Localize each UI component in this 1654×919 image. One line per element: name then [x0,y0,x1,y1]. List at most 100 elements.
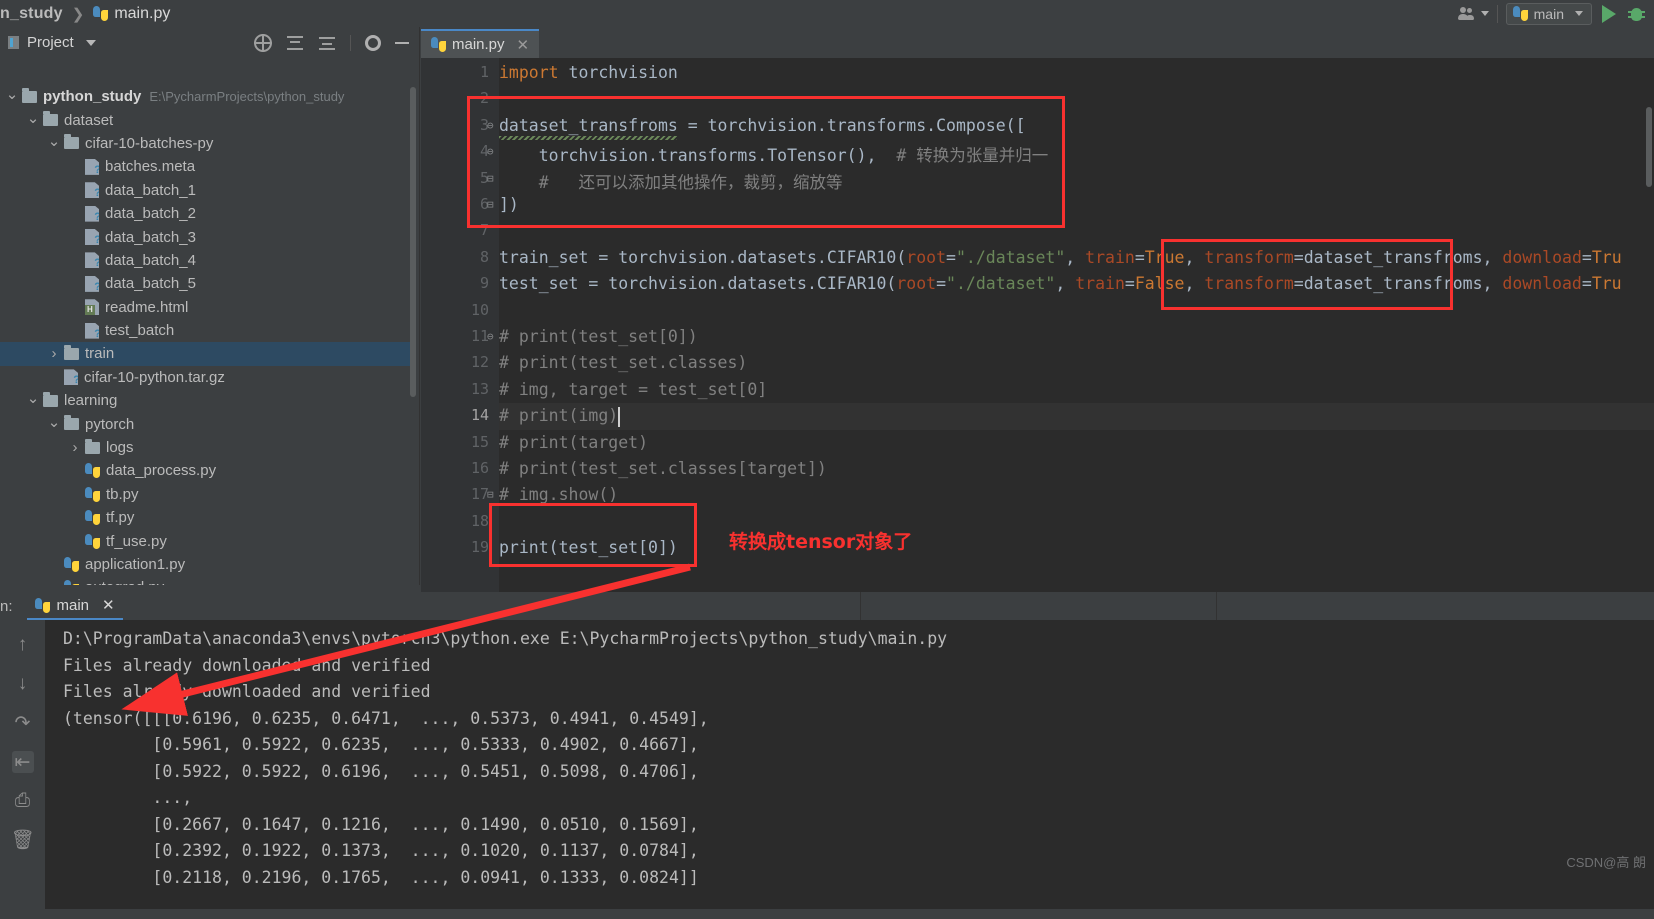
line-number: 19 [470,538,489,557]
toolbar-right-group: main [1457,0,1654,27]
tree-item-label: data_batch_1 [105,181,196,199]
code-line-11[interactable]: # print(test_set[0]) [499,327,698,346]
line-number: 10 [470,300,489,319]
tree-item-learning[interactable]: ⌄ learning [0,389,410,412]
tree-item-tf-py[interactable]: tf.py [0,506,410,529]
debug-button[interactable] [1628,5,1645,22]
tree-item-path: E:\PycharmProjects\python_study [149,89,345,105]
tree-item-cifar-10-batches-py[interactable]: ⌄ cifar-10-batches-py [0,132,410,155]
watermark: CSDN@高 朗 [1566,855,1646,870]
tree-item-python-study[interactable]: ⌄ python_study E:\PycharmProjects\python_s… [0,85,410,108]
project-file-tree[interactable]: ⌄ python_study E:\PycharmProjects\python_s… [0,85,410,600]
print-icon[interactable]: ⎙ [12,790,34,812]
breadcrumb-file[interactable]: main.py [114,5,170,23]
code-line-5[interactable]: # 还可以添加其他操作，裁剪，缩放等 [499,169,843,193]
console-output[interactable]: D:\ProgramData\anaconda3\envs\pytorch3\p… [45,620,1654,919]
tree-item-logs[interactable]: › logs [0,436,410,459]
project-scrollbar[interactable] [410,87,416,397]
chevron-down-icon[interactable] [85,39,96,46]
tree-item-data-batch-5[interactable]: ? data_batch_5 [0,272,410,295]
clear-all-icon[interactable]: 🗑 [10,829,34,851]
code-fold-marker[interactable]: ⊖ [487,119,494,132]
run-configuration-selector[interactable]: main [1505,2,1592,25]
locate-icon[interactable] [254,33,272,52]
code-line-12[interactable]: # print(test_set.classes) [499,353,747,372]
chevron-down-icon[interactable]: ⌄ [48,414,61,431]
tree-item-application1-py[interactable]: application1.py [0,553,410,576]
chevron-right-icon[interactable]: › [69,439,81,456]
code-line-16[interactable]: # print(test_set.classes[target]) [499,459,827,478]
settings-gear-icon[interactable] [365,34,381,51]
console-line-4: [0.5961, 0.5922, 0.6235, ..., 0.5333, 0.… [63,735,699,754]
chevron-down-icon[interactable]: ⌄ [6,86,19,103]
scroll-up-icon[interactable]: ↑ [12,634,34,656]
code-line-13[interactable]: # img, target = test_set[0] [499,380,767,399]
run-button[interactable] [1602,4,1616,23]
chevron-down-icon [1480,11,1489,16]
tree-item-label: data_process.py [106,462,217,480]
tree-item-batches-meta[interactable]: ? batches.meta [0,155,410,178]
code-fold-marker[interactable]: ⊟ [487,172,494,185]
users-icon [1457,6,1476,21]
chevron-right-icon[interactable]: › [48,345,60,362]
scroll-down-icon[interactable]: ↓ [12,673,34,695]
close-icon[interactable]: ✕ [102,596,115,614]
chevron-down-icon[interactable]: ⌄ [27,390,40,407]
tree-item-train[interactable]: › train [0,342,410,366]
question-badge: ? [94,234,101,247]
line-number: 18 [470,511,489,530]
code-fold-marker[interactable]: ⊟ [487,488,494,501]
code-content[interactable]: import torchvision dataset_transfroms = t… [499,58,1654,592]
tree-item-data-process-py[interactable]: data_process.py [0,459,410,482]
tree-item-readme-html[interactable]: Hreadme.html [0,296,410,319]
chevron-down-icon[interactable]: ⌄ [48,133,61,150]
tree-item-tb-py[interactable]: tb.py [0,483,410,506]
tree-item-cifar-10-python-tar-gz[interactable]: ? cifar-10-python.tar.gz [0,366,410,389]
text-caret [618,407,621,428]
tree-item-data-batch-4[interactable]: ? data_batch_4 [0,249,410,272]
tree-item-data-batch-1[interactable]: ? data_batch_1 [0,179,410,202]
code-line-3[interactable]: dataset_transfroms = torchvision.transfo… [499,116,1026,135]
code-line-6[interactable]: ]) [499,195,519,214]
editor-tab-main-py[interactable]: main.py ✕ [421,29,540,58]
line-number: 13 [470,379,489,398]
tree-item-pytorch[interactable]: ⌄ pytorch [0,412,410,435]
project-panel-title[interactable]: Project [27,34,74,51]
breadcrumb-project[interactable]: n_study [0,5,63,23]
tree-item-label: learning [64,392,118,410]
editor-gutter[interactable]: 1 2 3 4 5 6 7 8 9 10 11 12 13 14 15 16 17 18 19 ⊖ ⊖ ⊟ ⊟ ⊖ ⊟ [421,58,499,592]
code-line-9[interactable]: test_set = torchvision.datasets.CIFAR10(… [499,274,1622,293]
scroll-to-end-icon[interactable]: ⇤ [11,751,34,773]
code-fold-marker[interactable]: ⊖ [487,145,494,158]
chevron-down-icon[interactable]: ⌄ [27,110,40,127]
code-line-1[interactable]: import torchvision [499,63,678,82]
editor-scrollbar[interactable] [1646,107,1652,187]
panel-splitter[interactable] [0,585,420,592]
tree-item-data-batch-2[interactable]: ? data_batch_2 [0,202,410,225]
line-number: 14 [470,406,489,425]
tree-item-dataset[interactable]: ⌄ dataset [0,108,410,131]
code-fold-marker[interactable]: ⊟ [487,198,494,211]
code-line-17[interactable]: # img.show() [499,485,618,504]
close-icon[interactable]: ✕ [517,36,530,54]
code-line-4[interactable]: torchvision.transforms.ToTensor(), # 转换为… [499,142,1049,166]
tree-item-label: tf_use.py [106,532,167,550]
soft-wrap-icon[interactable]: ↷ [12,712,34,734]
code-line-14[interactable]: # print(img) [499,406,618,425]
expand-all-icon[interactable] [286,34,304,52]
tree-item-tf-use-py[interactable]: tf_use.py [0,529,410,552]
tree-item-data-batch-3[interactable]: ? data_batch_3 [0,225,410,248]
code-line-15[interactable]: # print(target) [499,433,648,452]
hide-panel-icon[interactable] [395,41,409,44]
code-fold-marker[interactable]: ⊖ [487,330,494,343]
tree-item-test-batch[interactable]: ? test_batch [0,319,410,342]
tree-item-label: train [85,345,115,363]
code-line-8[interactable]: train_set = torchvision.datasets.CIFAR10… [499,248,1622,267]
run-tab-main[interactable]: main ✕ [26,592,123,620]
line-number: 1 [479,63,489,81]
code-line-19[interactable]: print(test_set[0]) [499,538,678,557]
user-account-button[interactable] [1457,6,1489,21]
collapse-all-icon[interactable] [318,34,336,52]
